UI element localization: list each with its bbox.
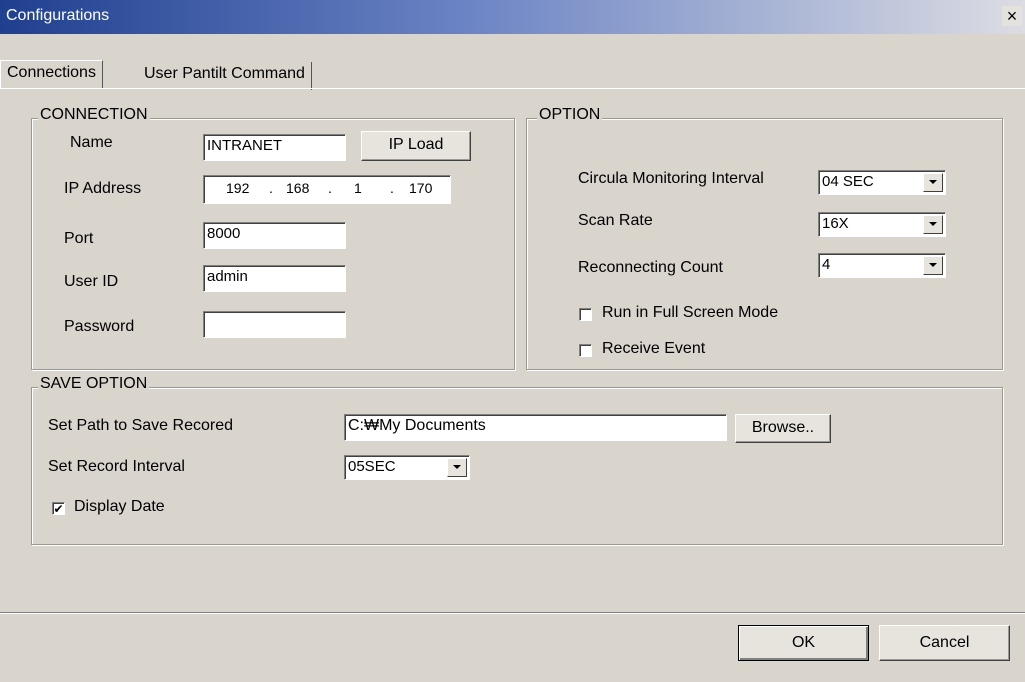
ip-address-input[interactable]: 192 . 168 . 1 . 170	[203, 175, 451, 204]
browse-button[interactable]: Browse..	[735, 414, 831, 443]
circula-monitoring-value: 04 SEC	[822, 173, 874, 190]
password-label: Password	[64, 318, 135, 335]
reconnecting-count-value: 4	[822, 256, 831, 273]
full-screen-label: Run in Full Screen Mode	[602, 304, 779, 321]
port-label: Port	[64, 230, 94, 247]
tab-connections[interactable]: Connections	[0, 60, 103, 88]
checkmark-icon: ✔	[53, 502, 64, 516]
save-path-label: Set Path to Save Recored	[48, 417, 233, 434]
user-id-label: User ID	[64, 273, 119, 290]
ip-octet-2: 168	[286, 180, 310, 196]
circula-monitoring-label: Circula Monitoring Interval	[578, 170, 764, 187]
display-date-checkbox[interactable]: ✔	[52, 502, 65, 515]
option-legend: OPTION	[537, 106, 603, 124]
save-path-input[interactable]: C:₩My Documents	[344, 414, 727, 441]
tab-panel-edge	[0, 88, 1025, 89]
cancel-button[interactable]: Cancel	[879, 625, 1010, 661]
close-button[interactable]: ×	[1002, 6, 1022, 26]
reconnecting-count-label: Reconnecting Count	[578, 259, 723, 276]
tab-user-pantilt-command[interactable]: User Pantilt Command	[138, 62, 312, 90]
receive-event-checkbox[interactable]	[579, 344, 592, 357]
chevron-down-icon[interactable]	[923, 215, 943, 234]
ip-dot-1: .	[269, 180, 273, 196]
footer-separator	[0, 612, 1025, 614]
title-bar	[0, 0, 1025, 34]
chevron-down-icon[interactable]	[447, 458, 467, 477]
scan-rate-label: Scan Rate	[578, 212, 653, 229]
record-interval-select[interactable]: 05SEC	[344, 455, 470, 480]
display-date-label: Display Date	[74, 498, 165, 515]
save-option-legend: SAVE OPTION	[38, 375, 150, 393]
connection-legend: CONNECTION	[38, 106, 150, 124]
ip-load-button[interactable]: IP Load	[361, 131, 471, 161]
close-icon: ×	[1006, 6, 1018, 26]
receive-event-label: Receive Event	[602, 340, 706, 357]
reconnecting-count-select[interactable]: 4	[818, 253, 946, 278]
scan-rate-select[interactable]: 16X	[818, 212, 946, 237]
scan-rate-value: 16X	[822, 215, 849, 232]
port-input[interactable]: 8000	[203, 222, 346, 249]
option-group	[526, 118, 1003, 370]
user-id-input[interactable]: admin	[203, 265, 346, 292]
record-interval-value: 05SEC	[348, 458, 396, 475]
ip-dot-2: .	[328, 180, 332, 196]
ip-dot-3: .	[390, 180, 394, 196]
password-input[interactable]	[203, 311, 346, 338]
window-title: Configurations	[6, 7, 110, 24]
name-label: Name	[70, 134, 113, 151]
name-input[interactable]: INTRANET	[203, 134, 346, 161]
chevron-down-icon[interactable]	[923, 173, 943, 192]
ok-button[interactable]: OK	[738, 625, 869, 661]
record-interval-label: Set Record Interval	[48, 458, 185, 475]
ip-address-label: IP Address	[64, 180, 142, 197]
ip-octet-4: 170	[409, 180, 433, 196]
full-screen-checkbox[interactable]	[579, 308, 592, 321]
ip-octet-1: 192	[226, 180, 250, 196]
ip-octet-3: 1	[354, 180, 362, 196]
circula-monitoring-select[interactable]: 04 SEC	[818, 170, 946, 195]
chevron-down-icon[interactable]	[923, 256, 943, 275]
